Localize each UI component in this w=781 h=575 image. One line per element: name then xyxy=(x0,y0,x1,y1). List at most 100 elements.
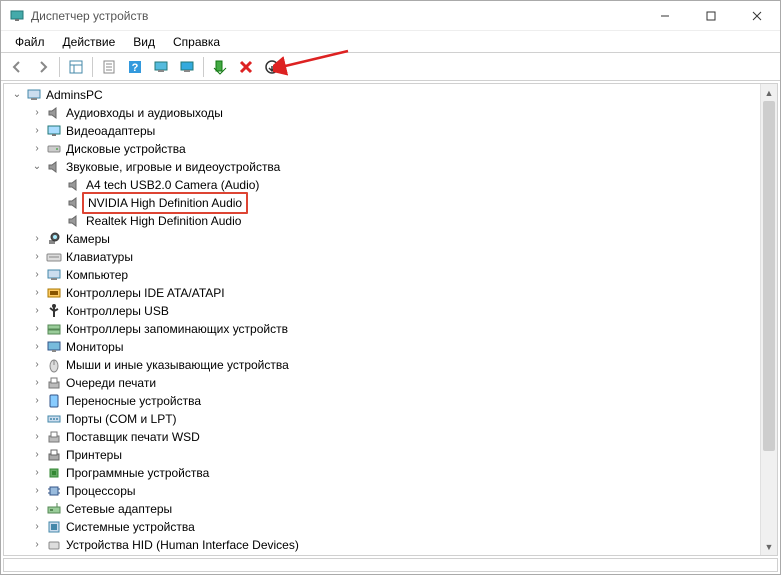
monitor-icon xyxy=(46,339,62,355)
collapse-icon[interactable]: ⌄ xyxy=(30,158,44,176)
tree-category[interactable]: › Поставщик печати WSD xyxy=(4,428,759,446)
network-icon xyxy=(46,501,62,517)
tree-item-label: Системные устройства xyxy=(66,518,195,536)
tree-category[interactable]: ›Видеоадаптеры xyxy=(4,122,759,140)
disk-icon xyxy=(46,141,62,157)
tree-category[interactable]: ›Устройства HID (Human Interface Devices… xyxy=(4,536,759,554)
expand-icon[interactable]: › xyxy=(30,248,44,266)
tree-category[interactable]: ›Контроллеры USB xyxy=(4,302,759,320)
expand-icon[interactable]: › xyxy=(30,536,44,554)
expand-icon[interactable]: › xyxy=(30,338,44,356)
scroll-thumb[interactable] xyxy=(763,101,775,451)
device-tree[interactable]: ⌄ AdminsPC›Аудиовходы и аудиовыходы›Видео… xyxy=(4,84,759,555)
computer-icon xyxy=(26,87,42,103)
window-controls xyxy=(642,1,780,30)
tree-item-label: Поставщик печати WSD xyxy=(66,428,200,446)
tree-category[interactable]: ›Клавиатуры xyxy=(4,248,759,266)
menu-view[interactable]: Вид xyxy=(125,33,163,51)
forward-button[interactable] xyxy=(31,55,55,79)
expand-icon[interactable]: › xyxy=(30,446,44,464)
expand-icon[interactable]: › xyxy=(30,356,44,374)
scan-button[interactable] xyxy=(149,55,173,79)
tree-category[interactable]: ›Контроллеры IDE ATA/ATAPI xyxy=(4,284,759,302)
expand-icon[interactable]: › xyxy=(30,410,44,428)
tree-item-label: Realtek High Definition Audio xyxy=(86,212,241,230)
status-bar xyxy=(3,558,778,572)
tree-category[interactable]: ›Контроллеры запоминающих устройств xyxy=(4,320,759,338)
tree-category[interactable]: ›Аудиовходы и аудиовыходы xyxy=(4,104,759,122)
tree-category[interactable]: ›Очереди печати xyxy=(4,374,759,392)
help-button[interactable]: ? xyxy=(123,55,147,79)
monitor-button[interactable] xyxy=(175,55,199,79)
tree-item-label: Мыши и иные указывающие устройства xyxy=(66,356,289,374)
speaker-icon xyxy=(66,195,82,211)
collapse-icon[interactable]: ⌄ xyxy=(10,86,24,104)
svg-text:?: ? xyxy=(132,62,139,74)
properties-button[interactable] xyxy=(97,55,121,79)
tree-category[interactable]: › Камеры xyxy=(4,230,759,248)
tree-category[interactable]: ›Дисковые устройства xyxy=(4,140,759,158)
tree-category[interactable]: ›Процессоры xyxy=(4,482,759,500)
expand-icon[interactable]: › xyxy=(30,230,44,248)
close-button[interactable] xyxy=(734,1,780,30)
tree-item-label: Камеры xyxy=(66,230,110,248)
camera-icon xyxy=(46,231,62,247)
expand-icon[interactable]: › xyxy=(30,464,44,482)
tree-item-label: Порты (COM и LPT) xyxy=(66,410,177,428)
disable-device-button[interactable] xyxy=(234,55,258,79)
tree-panel: ⌄ AdminsPC›Аудиовходы и аудиовыходы›Видео… xyxy=(3,83,778,556)
tree-category[interactable]: ›Переносные устройства xyxy=(4,392,759,410)
tree-category[interactable]: › Принтеры xyxy=(4,446,759,464)
tree-root[interactable]: ⌄ AdminsPC xyxy=(4,86,759,104)
maximize-button[interactable] xyxy=(688,1,734,30)
tree-device[interactable]: Realtek High Definition Audio xyxy=(4,212,759,230)
show-hide-button[interactable] xyxy=(64,55,88,79)
portable-icon xyxy=(46,393,62,409)
expand-icon[interactable]: › xyxy=(30,320,44,338)
tree-category[interactable]: › Мыши и иные указывающие устройства xyxy=(4,356,759,374)
enable-device-button[interactable] xyxy=(208,55,232,79)
vertical-scrollbar[interactable]: ▲ ▼ xyxy=(760,84,777,555)
expand-icon[interactable]: › xyxy=(30,122,44,140)
storage-icon xyxy=(46,321,62,337)
expand-icon[interactable]: › xyxy=(30,266,44,284)
expand-icon[interactable]: › xyxy=(30,428,44,446)
expand-icon[interactable]: › xyxy=(30,104,44,122)
speaker-icon xyxy=(46,159,62,175)
tree-item-label: Программные устройства xyxy=(66,464,209,482)
printq-icon xyxy=(46,375,62,391)
tree-category[interactable]: › Системные устройства xyxy=(4,518,759,536)
printer-icon xyxy=(46,447,62,463)
back-button[interactable] xyxy=(5,55,29,79)
system-icon xyxy=(46,519,62,535)
expand-icon[interactable]: › xyxy=(30,284,44,302)
menu-help[interactable]: Справка xyxy=(165,33,228,51)
tree-item-label: AdminsPC xyxy=(46,86,103,104)
expand-icon[interactable]: › xyxy=(30,482,44,500)
tree-category[interactable]: › Компьютер xyxy=(4,266,759,284)
tree-item-label: Компьютер xyxy=(66,266,128,284)
scroll-track[interactable] xyxy=(761,101,777,538)
expand-icon[interactable]: › xyxy=(30,518,44,536)
scroll-up-arrow[interactable]: ▲ xyxy=(761,84,777,101)
tree-category[interactable]: ›Сетевые адаптеры xyxy=(4,500,759,518)
menu-file[interactable]: Файл xyxy=(7,33,53,51)
expand-icon[interactable]: › xyxy=(30,374,44,392)
tree-category[interactable]: ›Мониторы xyxy=(4,338,759,356)
tree-category[interactable]: ⌄Звуковые, игровые и видеоустройства xyxy=(4,158,759,176)
update-driver-button[interactable] xyxy=(260,55,284,79)
tree-item-label: Принтеры xyxy=(66,446,122,464)
hid-icon xyxy=(46,537,62,553)
tree-device[interactable]: NVIDIA High Definition Audio xyxy=(4,194,759,212)
tree-category[interactable]: › Программные устройства xyxy=(4,464,759,482)
expand-icon[interactable]: › xyxy=(30,140,44,158)
expand-icon[interactable]: › xyxy=(30,500,44,518)
scroll-down-arrow[interactable]: ▼ xyxy=(761,538,777,555)
menu-action[interactable]: Действие xyxy=(55,33,124,51)
speaker-icon xyxy=(66,213,82,229)
expand-icon[interactable]: › xyxy=(30,392,44,410)
tree-category[interactable]: › Порты (COM и LPT) xyxy=(4,410,759,428)
toolbar-separator xyxy=(92,57,93,77)
minimize-button[interactable] xyxy=(642,1,688,30)
expand-icon[interactable]: › xyxy=(30,302,44,320)
